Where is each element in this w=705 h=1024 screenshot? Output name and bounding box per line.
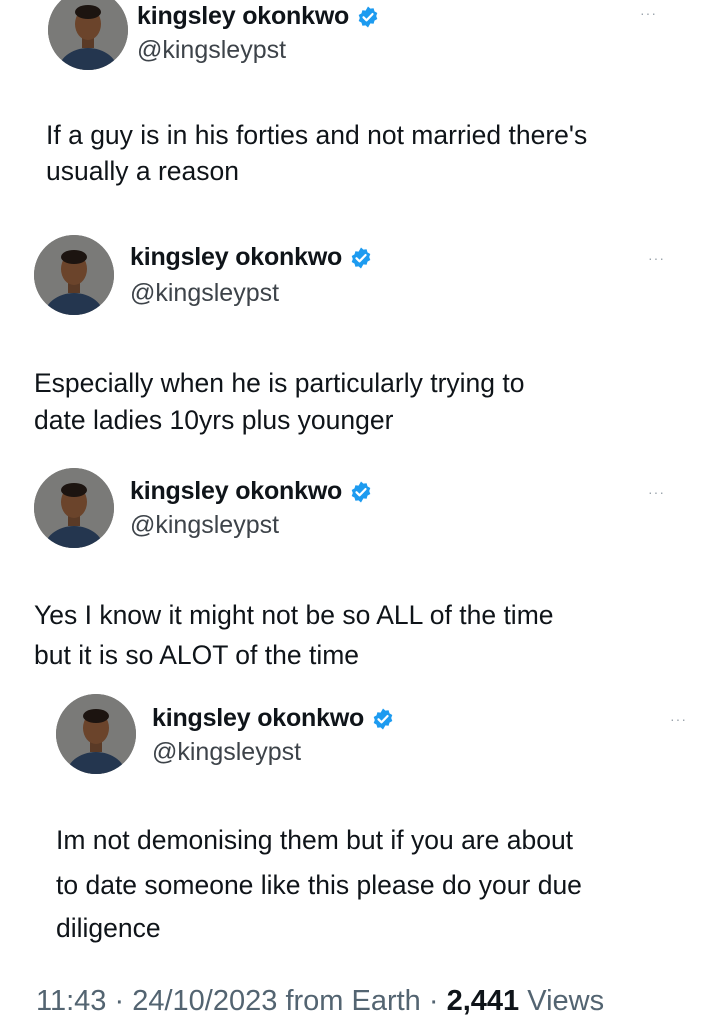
tweet-text-line: If a guy is in his forties and not marri… [46, 120, 588, 150]
tweet-time[interactable]: 11:43 [36, 985, 106, 1017]
avatar[interactable] [56, 694, 136, 774]
avatar-image [48, 0, 128, 70]
tweet-text-line: date ladies 10yrs plus younger [34, 405, 394, 435]
avatar-image [34, 468, 114, 548]
tweet-2[interactable]: kingsley okonkwo @kingsleypst ··· Especi… [0, 225, 705, 455]
tweet-text-line: but it is so ALOT of the time [34, 640, 360, 670]
tweet-text-line: usually a reason [46, 156, 239, 186]
separator: · [428, 985, 439, 1017]
avatar[interactable] [48, 0, 128, 70]
tweet-text-line: Especially when he is particularly tryin… [34, 368, 525, 398]
tweet-text-line: Yes I know it might not be so ALL of the… [34, 600, 554, 630]
more-options-icon[interactable]: ··· [640, 6, 657, 20]
verified-badge-icon [351, 481, 371, 502]
tweet-date[interactable]: 24/10/2023 [132, 985, 277, 1017]
tweet-thread-screenshot: kingsley okonkwo @kingsleypst ··· If a g… [0, 0, 705, 1024]
tweet-text-line: diligence [56, 913, 161, 943]
tweet-3[interactable]: kingsley okonkwo @kingsleypst ··· Yes I … [0, 460, 705, 680]
avatar[interactable] [34, 235, 114, 315]
more-options-icon[interactable]: ··· [670, 712, 687, 726]
avatar[interactable] [34, 468, 114, 548]
author-name[interactable]: kingsley okonkwo [152, 704, 364, 733]
tweet-source: from Earth [285, 985, 421, 1017]
tweet-1[interactable]: kingsley okonkwo @kingsleypst ··· If a g… [0, 0, 705, 200]
author-handle[interactable]: @kingsleypst [137, 36, 286, 65]
verified-badge-icon [358, 6, 378, 27]
author-name[interactable]: kingsley okonkwo [137, 2, 349, 31]
avatar-image [34, 235, 114, 315]
views-count[interactable]: 2,441 [447, 985, 520, 1017]
tweet-4[interactable]: kingsley okonkwo @kingsleypst ··· Im not… [0, 690, 705, 960]
more-options-icon[interactable]: ··· [648, 485, 665, 499]
avatar-image [56, 694, 136, 774]
tweet-text-line: to date someone like this please do your… [56, 870, 582, 900]
separator: · [114, 985, 125, 1017]
verified-badge-icon [351, 247, 371, 268]
author-handle[interactable]: @kingsleypst [152, 738, 301, 767]
author-name[interactable]: kingsley okonkwo [130, 477, 342, 506]
views-label[interactable]: Views [527, 985, 604, 1017]
author-name[interactable]: kingsley okonkwo [130, 243, 342, 272]
author-handle[interactable]: @kingsleypst [130, 279, 279, 308]
verified-badge-icon [373, 708, 393, 729]
author-handle[interactable]: @kingsleypst [130, 511, 279, 540]
tweet-metadata: 11:43 · 24/10/2023 from Earth · 2,441 Vi… [36, 985, 604, 1018]
more-options-icon[interactable]: ··· [648, 251, 665, 265]
tweet-text-line: Im not demonising them but if you are ab… [56, 825, 574, 855]
